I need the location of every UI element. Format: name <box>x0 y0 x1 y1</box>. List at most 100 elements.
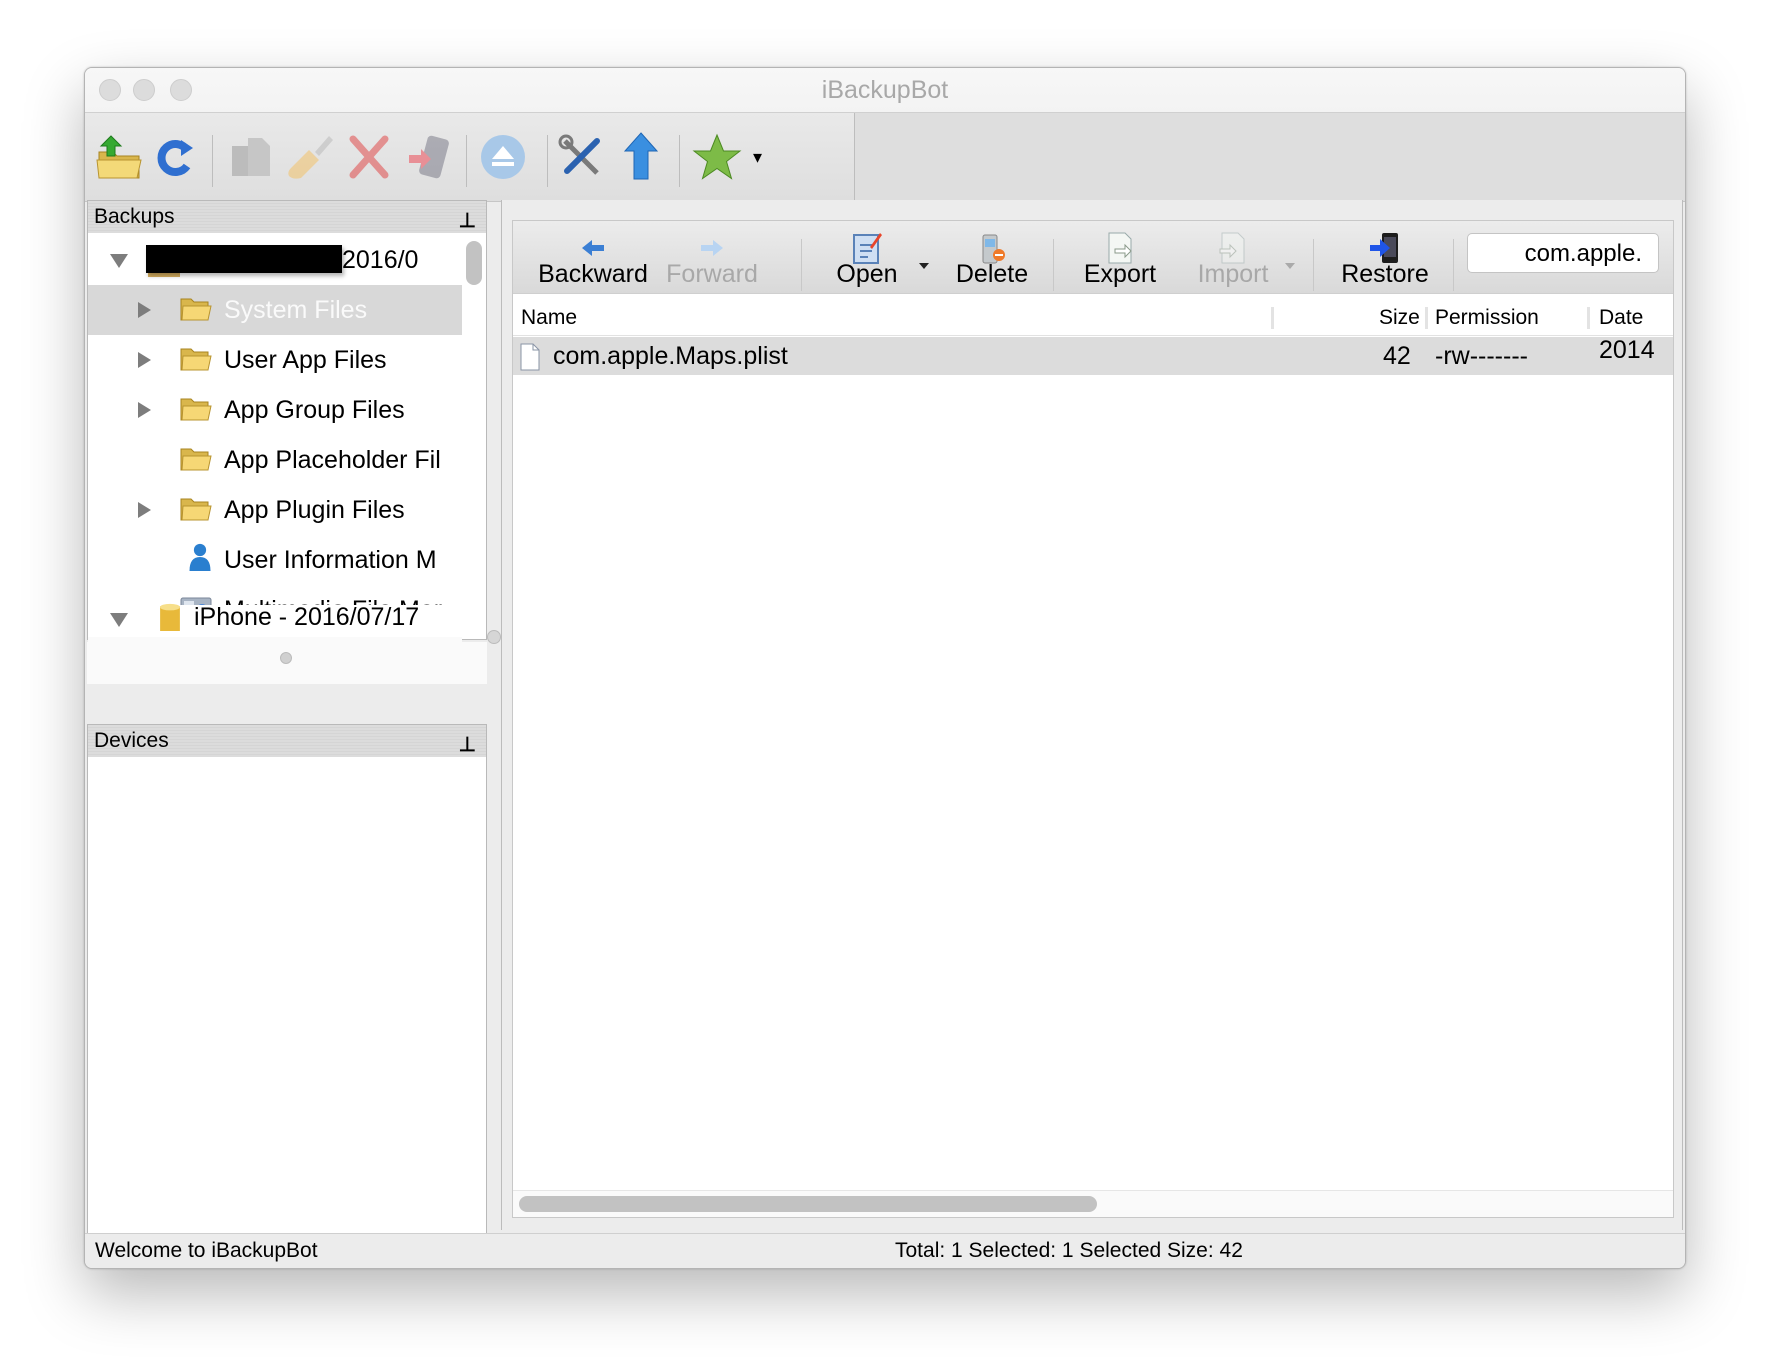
refresh-icon <box>157 140 193 176</box>
open-button[interactable]: Open <box>817 221 917 293</box>
upload-arrow-icon <box>623 132 659 180</box>
toolbar-separator <box>547 135 548 187</box>
file-toolbar: Backward Forward Open Delete Export Impo… <box>513 221 1673 294</box>
upload-button[interactable] <box>615 131 667 183</box>
expand-arrow-icon[interactable] <box>138 352 151 368</box>
folder-icon <box>180 498 212 521</box>
export-button[interactable]: Export <box>1065 221 1175 293</box>
expand-arrow-icon[interactable] <box>138 502 151 518</box>
delete-x-icon <box>349 135 389 179</box>
collapse-arrow-icon[interactable] <box>110 613 128 627</box>
toolbar-separator <box>466 135 467 187</box>
table-row[interactable]: com.apple.Maps.plist 42 -rw------- 2014 <box>513 336 1673 375</box>
folder-icon <box>180 398 212 421</box>
expand-arrow-icon[interactable] <box>138 302 151 318</box>
tools-button[interactable] <box>555 131 607 183</box>
status-bar: Welcome to iBackupBot Total: 1 Selected:… <box>85 1233 1685 1268</box>
eject-button[interactable] <box>477 131 529 183</box>
tree-item-label: User App Files <box>224 346 387 374</box>
tree-item-label: 2016/0 <box>342 246 419 274</box>
column-header-permission[interactable]: Permission <box>1435 301 1539 335</box>
tree-item-app-placeholder-files[interactable]: App Placeholder Fil <box>88 435 462 485</box>
devices-panel: Devices ⊥ <box>87 724 487 1234</box>
main-toolbar: ▾ <box>85 113 855 202</box>
file-icon <box>520 343 540 371</box>
pin-icon[interactable]: ⊥ <box>459 729 476 761</box>
broom-icon <box>288 136 333 179</box>
selection-summary: Total: 1 Selected: 1 Selected Size: 42 <box>895 1239 1243 1262</box>
column-header-name[interactable]: Name <box>521 301 577 335</box>
restore-button[interactable]: Restore <box>1327 221 1443 293</box>
restore-to-device-button[interactable] <box>403 131 455 183</box>
file-name: com.apple.Maps.plist <box>553 342 788 370</box>
file-table-horizontal-scrollbar[interactable] <box>513 1190 1673 1217</box>
window-title: iBackupBot <box>821 76 949 104</box>
tree-item-app-group-files[interactable]: App Group Files <box>88 385 462 435</box>
folder-icon <box>180 298 212 321</box>
folder-upload-icon <box>96 135 142 179</box>
tree-item-system-files[interactable]: System Files <box>88 285 462 335</box>
import-dropdown-caret-icon[interactable] <box>1285 263 1295 269</box>
star-icon <box>692 133 742 180</box>
filter-search-input[interactable]: com.apple. <box>1467 233 1659 273</box>
app-window: iBackupBot ▾ Backups ⊥ 2016/0 System Fil… <box>84 67 1686 1269</box>
database-icon <box>160 603 180 631</box>
open-dropdown-caret-icon[interactable] <box>919 263 929 269</box>
collapse-arrow-icon[interactable] <box>110 254 128 268</box>
file-size: 42 <box>1383 342 1411 370</box>
expand-arrow-icon[interactable] <box>138 402 151 418</box>
devices-panel-header: Devices ⊥ <box>88 725 486 757</box>
tree-item-label: App Group Files <box>224 396 405 424</box>
tree-item-label: User Information M <box>224 546 437 574</box>
user-icon <box>189 543 211 571</box>
pin-icon[interactable]: ⊥ <box>459 205 476 237</box>
backward-button[interactable]: Backward <box>525 221 661 293</box>
tree-item-label: App Plugin Files <box>224 496 405 524</box>
status-message: Welcome to iBackupBot <box>95 1239 318 1262</box>
forward-button[interactable]: Forward <box>661 221 763 293</box>
open-backup-folder-button[interactable] <box>93 131 145 183</box>
copy-icon <box>232 138 270 176</box>
vertical-splitter-handle[interactable] <box>487 630 501 644</box>
scrollbar-thumb[interactable] <box>466 241 482 285</box>
backups-panel-header: Backups ⊥ <box>88 201 486 233</box>
toolbar-separator <box>679 135 680 187</box>
toolbar-overflow-icon[interactable]: ▾ <box>753 147 762 168</box>
delete-backup-button[interactable] <box>343 131 395 183</box>
file-permission: -rw------- <box>1435 342 1528 370</box>
tree-item-label: App Placeholder Fil <box>224 446 441 474</box>
file-browser-pane: Backward Forward Open Delete Export Impo… <box>501 200 1683 1230</box>
devices-panel-title: Devices <box>94 729 169 752</box>
folder-icon <box>180 348 212 371</box>
import-button[interactable]: Import <box>1183 221 1283 293</box>
title-bar: iBackupBot <box>85 68 1685 113</box>
column-header-size[interactable]: Size <box>1379 301 1420 335</box>
tree-item-label: iPhone - 2016/07/17 <box>194 603 420 631</box>
favorites-button[interactable] <box>691 131 743 183</box>
backups-tree: 2016/0 System Files User App Files App G… <box>88 235 486 605</box>
backups-panel: Backups ⊥ 2016/0 System Files User App F… <box>87 200 487 667</box>
file-table-header: Name Size Permission Date <box>513 301 1673 336</box>
dock-splitter[interactable] <box>87 642 487 684</box>
folder-icon <box>180 448 212 471</box>
tree-item-backup-root[interactable]: 2016/0 <box>88 235 462 285</box>
tools-icon <box>558 134 600 175</box>
tree-item-iphone-backup[interactable]: iPhone - 2016/07/17 <box>88 597 462 637</box>
delete-button[interactable]: Delete <box>939 221 1045 293</box>
column-header-date[interactable]: Date <box>1599 301 1643 335</box>
scrollbar-thumb[interactable] <box>519 1196 1097 1212</box>
tree-item-user-information[interactable]: User Information M <box>88 535 462 585</box>
tree-item-label: System Files <box>224 296 368 324</box>
eject-icon <box>481 135 525 179</box>
device-restore-icon <box>409 135 449 179</box>
clean-button[interactable] <box>285 131 337 183</box>
tree-item-app-plugin-files[interactable]: App Plugin Files <box>88 485 462 535</box>
refresh-button[interactable] <box>149 131 201 183</box>
duplicate-button[interactable] <box>225 131 277 183</box>
tree-item-user-app-files[interactable]: User App Files <box>88 335 462 385</box>
backups-tree-vertical-scrollbar[interactable] <box>464 241 482 601</box>
redacted-block <box>146 245 342 273</box>
toolbar-separator <box>212 135 213 187</box>
backups-panel-title: Backups <box>94 205 175 228</box>
splitter-handle[interactable] <box>280 652 292 664</box>
